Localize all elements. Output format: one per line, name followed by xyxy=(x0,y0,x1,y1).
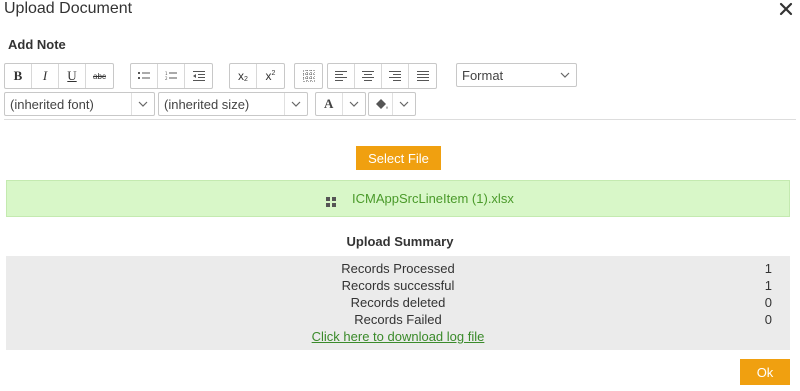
chevron-down-icon xyxy=(392,93,415,115)
font-family-value: (inherited font) xyxy=(10,97,94,112)
align-center-icon xyxy=(362,71,374,81)
background-color-picker[interactable] xyxy=(368,92,416,116)
summary-row-value: 0 xyxy=(764,295,772,310)
align-left-button[interactable] xyxy=(328,64,355,88)
insert-table-button[interactable] xyxy=(295,64,322,88)
summary-row: Records Processed 1 xyxy=(6,261,790,278)
summary-row-label: Records Failed xyxy=(354,312,442,327)
dialog-header: Upload Document xyxy=(0,0,800,24)
editor-toolbar: B I U abc 12 x2 x2 Format (inherited fon… xyxy=(4,63,796,120)
font-size-select[interactable]: (inherited size) xyxy=(158,92,308,116)
superscript-button[interactable]: x2 xyxy=(257,64,284,88)
summary-row-label: Records Processed xyxy=(341,261,455,276)
table-icon xyxy=(302,70,315,82)
format-select[interactable]: Format xyxy=(456,63,577,87)
text-style-group: B I U abc xyxy=(4,63,114,89)
summary-row-value: 1 xyxy=(764,261,772,276)
numbered-list-button[interactable]: 12 xyxy=(158,64,185,88)
chevron-down-icon xyxy=(284,93,307,115)
ok-button[interactable]: Ok xyxy=(740,359,790,385)
strikethrough-button[interactable]: abc xyxy=(86,64,113,88)
align-left-icon xyxy=(335,71,347,81)
subscript-button[interactable]: x2 xyxy=(230,64,257,88)
alignment-group xyxy=(327,63,437,89)
align-right-icon xyxy=(389,71,401,81)
summary-row-label: Records deleted xyxy=(350,295,446,310)
italic-button[interactable]: I xyxy=(32,64,59,88)
add-note-label: Add Note xyxy=(8,37,66,52)
summary-row: Records Failed 0 xyxy=(6,312,790,329)
font-color-picker[interactable]: A xyxy=(315,92,366,116)
close-icon[interactable] xyxy=(778,1,794,17)
uploaded-file-name[interactable]: ICMAppSrcLineItem (1).xlsx xyxy=(352,191,514,206)
upload-summary-title: Upload Summary xyxy=(346,234,454,249)
summary-row-value: 1 xyxy=(764,278,772,293)
upload-summary-panel: Records Processed 1 Records successful 1… xyxy=(6,256,790,350)
font-size-value: (inherited size) xyxy=(164,97,250,112)
bold-button[interactable]: B xyxy=(5,64,32,88)
align-right-button[interactable] xyxy=(382,64,409,88)
download-log-link[interactable]: Click here to download log file xyxy=(6,329,790,344)
uploaded-file-bar: ICMAppSrcLineItem (1).xlsx xyxy=(6,180,790,217)
numbered-list-icon: 12 xyxy=(165,71,177,81)
dialog-title: Upload Document xyxy=(4,0,133,17)
summary-row: Records deleted 0 xyxy=(6,295,790,312)
file-icon xyxy=(326,194,336,207)
script-group: x2 x2 xyxy=(229,63,285,89)
bullet-list-icon xyxy=(138,72,150,79)
align-justify-button[interactable] xyxy=(409,64,436,88)
format-select-value: Format xyxy=(462,68,504,83)
bullet-list-button[interactable] xyxy=(131,64,158,88)
select-file-button[interactable]: Select File xyxy=(356,146,441,170)
chevron-down-icon xyxy=(554,64,576,86)
chevron-down-icon xyxy=(131,93,154,115)
outdent-icon xyxy=(192,71,205,81)
underline-button[interactable]: U xyxy=(59,64,86,88)
list-group: 12 xyxy=(130,63,213,89)
align-justify-icon xyxy=(416,71,429,81)
outdent-button[interactable] xyxy=(185,64,212,88)
align-center-button[interactable] xyxy=(355,64,382,88)
svg-text:2: 2 xyxy=(165,76,168,81)
chevron-down-icon xyxy=(342,93,365,115)
summary-row-label: Records successful xyxy=(341,278,455,293)
summary-row-value: 0 xyxy=(764,312,772,327)
font-color-icon: A xyxy=(324,96,334,111)
paint-bucket-icon xyxy=(375,98,389,113)
summary-row: Records successful 1 xyxy=(6,278,790,295)
table-group xyxy=(294,63,323,89)
font-family-select[interactable]: (inherited font) xyxy=(4,92,155,116)
